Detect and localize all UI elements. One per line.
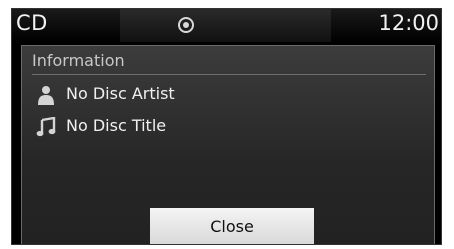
artist-text: No Disc Artist [66,84,175,103]
person-icon [38,86,54,105]
music-note-icon [36,117,56,137]
track-title-text: No Disc Title [66,116,167,135]
source-mode-label: CD [16,11,48,35]
title-divider [32,74,426,75]
close-button[interactable]: Close [150,208,314,244]
information-dialog: Information No Disc Artist No Disc Title… [21,45,435,244]
clock: 12:00 [378,11,439,35]
dialog-title: Information [32,51,125,70]
source-tab-strip [120,9,331,42]
status-bar: CD 12:00 [12,9,441,42]
head-unit-screen: CD 12:00 Information No Disc Artist No D… [11,8,442,245]
disc-icon [178,17,194,33]
